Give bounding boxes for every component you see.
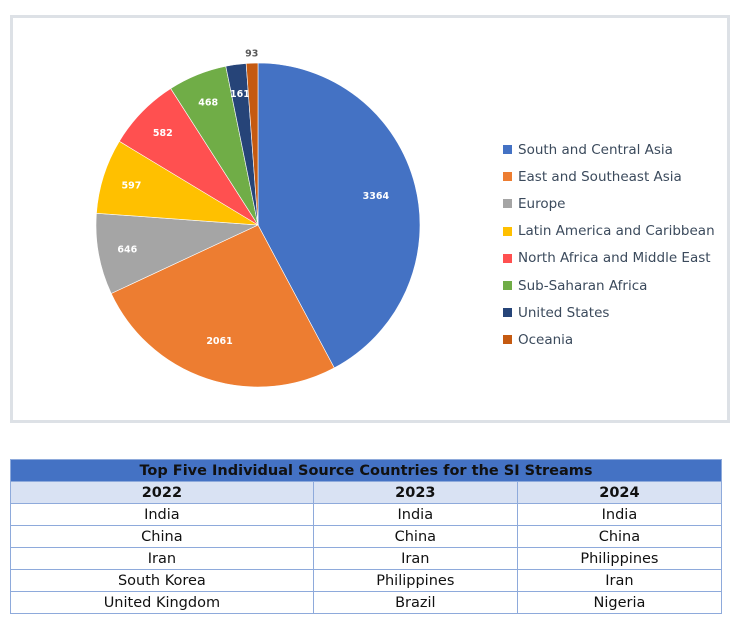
table-cell: China [10,525,314,548]
table-cell: India [10,503,314,526]
table-row: Iran Iran Philippines [10,547,723,570]
legend-swatch [503,172,512,182]
legend-item: East and Southeast Asia [503,163,715,190]
legend-swatch [503,281,512,291]
legend-item: South and Central Asia [503,136,715,163]
table-cell: South Korea [10,569,314,592]
slice-value-label: 93 [245,49,258,60]
table-cell: China [312,525,518,548]
slice-value-label: 597 [121,180,141,191]
slice-value-label: 582 [153,128,173,139]
legend-label: North Africa and Middle East [518,250,711,267]
legend-item: United States [503,299,715,326]
legend-label: Sub-Saharan Africa [518,277,648,294]
slice-value-label: 3364 [363,191,390,202]
column-header: 2023 [312,481,518,504]
chart-legend: South and Central Asia East and Southeas… [503,136,715,354]
column-header: 2022 [10,481,314,504]
legend-label: Latin America and Caribbean [518,223,715,240]
legend-swatch [503,253,512,263]
slice-value-label: 468 [198,97,218,108]
table-cell: Iran [10,547,314,570]
slice-value-label: 2061 [206,336,232,347]
table-cell: Philippines [312,569,518,592]
legend-item: Europe [503,190,715,217]
legend-swatch [503,145,512,155]
legend-swatch [503,308,512,318]
legend-swatch [503,335,512,345]
table-cell: Iran [516,569,723,592]
table-cell: India [516,503,723,526]
slice-value-label: 646 [117,245,137,256]
table-cell: China [516,525,723,548]
table-cell: Iran [312,547,518,570]
table-row: India India India [10,503,723,526]
legend-label: Oceania [518,331,574,348]
table-cell: Nigeria [516,591,723,614]
slice-value-label: 161 [230,89,250,100]
legend-label: East and Southeast Asia [518,168,682,185]
legend-label: United States [518,304,610,321]
table-cell: United Kingdom [10,591,314,614]
legend-item: Latin America and Caribbean [503,218,715,245]
legend-label: South and Central Asia [518,141,673,158]
legend-item: Oceania [503,326,715,353]
legend-swatch [503,226,512,236]
pie-chart-panel: 3364 2061 646 597 582 468 161 93 South and Cent… [10,15,730,423]
table-row: China China China [10,525,723,548]
column-header: 2024 [516,481,723,504]
table-cell: Brazil [312,591,518,614]
table-cell: Philippines [516,547,723,570]
table-row: United Kingdom Brazil Nigeria [10,591,723,614]
table-cell: India [312,503,518,526]
legend-item: North Africa and Middle East [503,245,715,272]
legend-label: Europe [518,195,566,212]
legend-item: Sub-Saharan Africa [503,272,715,299]
table-row: South Korea Philippines Iran [10,569,723,592]
legend-swatch [503,199,512,209]
source-countries-table: Top Five Individual Source Countries for… [10,459,723,614]
table-title: Top Five Individual Source Countries for… [10,459,722,482]
